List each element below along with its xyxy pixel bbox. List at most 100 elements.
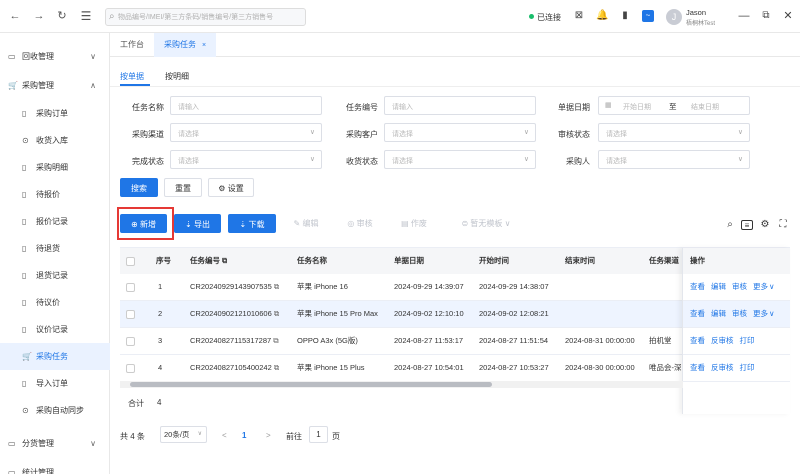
page-size-select[interactable]: 20条/页 ∨ bbox=[160, 426, 207, 443]
cell-doc-date: 2024-08-27 11:53:17 bbox=[394, 328, 463, 354]
review-status-select[interactable]: 请选择 ∨ bbox=[598, 123, 750, 142]
header-task-no[interactable]: 任务编号 ⧉ bbox=[190, 248, 227, 274]
user-name[interactable]: Jason bbox=[686, 8, 706, 17]
back-arrow-icon[interactable]: ← bbox=[8, 9, 22, 23]
sidebar-item-purchase-detail[interactable]: ▯ 采购明细 bbox=[0, 154, 110, 181]
settings-button[interactable]: ⚙ 设置 bbox=[208, 178, 254, 197]
horizontal-scrollbar[interactable] bbox=[120, 381, 683, 388]
reset-button[interactable]: 重置 bbox=[164, 178, 202, 197]
bell-icon[interactable]: 🔔 bbox=[596, 10, 608, 22]
tab-purchase-task[interactable]: 采购任务 × bbox=[154, 33, 217, 57]
sidebar-item-label: 采购订单 bbox=[36, 109, 68, 118]
row-checkbox[interactable] bbox=[126, 337, 135, 346]
sidebar-item-label: 退货记录 bbox=[36, 271, 68, 280]
column-filter-icon[interactable]: ≡ bbox=[741, 220, 753, 230]
sidebar-item-pending-bargain[interactable]: ▯ 待议价 bbox=[0, 289, 110, 316]
next-page-button[interactable]: > bbox=[266, 431, 271, 440]
header-task-no-label: 任务编号 bbox=[190, 256, 220, 265]
sidebar-item-receive-stock[interactable]: ⊙ 收货入库 bbox=[0, 127, 110, 154]
cell-start-time: 2024-09-02 12:08:21 bbox=[479, 301, 549, 327]
tablet-icon[interactable]: ▮ bbox=[619, 10, 631, 22]
avatar[interactable]: J bbox=[666, 9, 682, 25]
export-label: 导出 bbox=[193, 220, 210, 229]
export-button[interactable]: ⇣ 导出 bbox=[174, 214, 221, 233]
sidebar-item-allocation-mgmt[interactable]: ▭ 分货管理 ∨ bbox=[0, 430, 110, 457]
subtab-by-order[interactable]: 按单据 bbox=[120, 71, 144, 82]
cell-channel bbox=[649, 274, 682, 300]
subtab-by-detail[interactable]: 按明细 bbox=[165, 71, 189, 82]
sidebar-item-import-order[interactable]: ▯ 导入订单 bbox=[0, 370, 110, 397]
sidebar-item-purchase-order[interactable]: ▯ 采购订单 bbox=[0, 100, 110, 127]
purchase-order-icon: ▯ bbox=[22, 109, 27, 118]
edit-button[interactable]: ✎ 编辑 bbox=[284, 214, 328, 233]
minimize-icon[interactable]: — bbox=[738, 10, 750, 22]
receive-status-select[interactable]: 请选择 ∨ bbox=[384, 150, 536, 169]
customer-select[interactable]: 请选择 ∨ bbox=[384, 123, 536, 142]
global-search-input[interactable] bbox=[118, 11, 304, 24]
cell-text: 2024-09-29 14:39:07 bbox=[394, 282, 464, 291]
placeholder: 请选择 bbox=[178, 158, 199, 165]
copy-icon[interactable]: ⧉ bbox=[272, 282, 279, 291]
sidebar-item-quote-records[interactable]: ▯ 报价记录 bbox=[0, 208, 110, 235]
sidebar-item-purchase-auto-sync[interactable]: ⊙ 采购自动同步 bbox=[0, 397, 110, 424]
sidebar-item-return-records[interactable]: ▯ 退货记录 bbox=[0, 262, 110, 289]
row-checkbox[interactable] bbox=[126, 283, 135, 292]
cell-task-no: CR20240929143907535 ⧉ bbox=[190, 274, 279, 300]
cell-text: 2024-08-27 10:53:27 bbox=[479, 363, 549, 372]
forward-arrow-icon[interactable]: → bbox=[32, 9, 46, 23]
range-separator: 至 bbox=[669, 102, 677, 111]
buyer-select[interactable]: 请选择 ∨ bbox=[598, 150, 750, 169]
void-button[interactable]: ▤ 作废 bbox=[392, 214, 436, 233]
task-name-input[interactable]: 请输入 bbox=[170, 96, 322, 115]
fullscreen-icon[interactable]: ⛶ bbox=[777, 219, 789, 231]
scan-icon[interactable]: ⊠ bbox=[573, 10, 585, 22]
complete-status-select[interactable]: 请选择 ∨ bbox=[170, 150, 322, 169]
close-tab-icon[interactable]: × bbox=[202, 42, 206, 49]
menu-icon[interactable]: ☰ bbox=[79, 9, 93, 23]
sidebar-item-pending-return[interactable]: ▯ 待退货 bbox=[0, 235, 110, 262]
sidebar-item-pending-quote[interactable]: ▯ 待报价 bbox=[0, 181, 110, 208]
row-checkbox[interactable] bbox=[126, 310, 135, 319]
close-icon[interactable]: ✕ bbox=[782, 10, 794, 22]
sidebar-item-label: 议价记录 bbox=[36, 325, 68, 334]
cell-doc-date: 2024-09-02 12:10:10 bbox=[394, 301, 464, 327]
download-button[interactable]: ⇣ 下载 bbox=[228, 214, 276, 233]
goto-page-input[interactable]: 1 bbox=[309, 426, 328, 443]
copy-icon[interactable]: ⧉ bbox=[272, 363, 279, 372]
page-number-current[interactable]: 1 bbox=[242, 431, 246, 440]
sidebar-item-bargain-records[interactable]: ▯ 议价记录 bbox=[0, 316, 110, 343]
search-button[interactable]: 搜索 bbox=[120, 178, 158, 197]
print-template-button[interactable]: ⊜ 暂无模板 ∨ bbox=[446, 214, 526, 233]
task-no-input[interactable]: 请输入 bbox=[384, 96, 536, 115]
select-all-checkbox[interactable] bbox=[126, 257, 135, 266]
copy-icon[interactable]: ⧉ bbox=[271, 336, 278, 345]
sidebar-item-recycle-mgmt[interactable]: ▭ 回收管理 ∨ bbox=[0, 43, 110, 70]
global-search[interactable]: ⌕ bbox=[105, 8, 306, 26]
header-channel: 任务渠道 bbox=[649, 256, 679, 265]
sidebar-item-purchase-mgmt[interactable]: 🛒 采购管理 ∧ bbox=[0, 72, 110, 99]
row-checkbox[interactable] bbox=[126, 364, 135, 373]
copy-icon[interactable]: ⧉ bbox=[272, 309, 279, 318]
refresh-icon[interactable]: ↻ bbox=[55, 9, 69, 23]
doc-date-range[interactable]: ▦ 开始日期 至 结束日期 bbox=[598, 96, 750, 115]
channel-select[interactable]: 请选择 ∨ bbox=[170, 123, 322, 142]
maximize-icon[interactable]: ⧉ bbox=[760, 10, 772, 22]
prev-page-button[interactable]: < bbox=[222, 431, 227, 440]
cell-text: CR20240827115317287 bbox=[190, 336, 272, 345]
cell-seq: 2 bbox=[158, 301, 162, 327]
sidebar-item-stats-mgmt[interactable]: ▭ 统计管理 bbox=[0, 459, 110, 474]
review-button[interactable]: ◎ 审核 bbox=[338, 214, 382, 233]
cell-channel: 唯品会-深 bbox=[649, 355, 682, 381]
gear-icon[interactable]: ⚙ bbox=[759, 219, 771, 231]
search-icon[interactable]: ⌕ bbox=[724, 219, 736, 231]
label-customer: 采购客户 bbox=[346, 130, 378, 139]
review-label: 审核 bbox=[356, 219, 373, 228]
sidebar-item-label: 采购任务 bbox=[36, 352, 68, 361]
tab-workbench[interactable]: 工作台 bbox=[110, 33, 154, 57]
scrollbar-thumb[interactable] bbox=[130, 382, 492, 387]
label-review-status: 审核状态 bbox=[558, 130, 590, 139]
cell-text: OPPO A3x (5G版) bbox=[297, 336, 358, 345]
app-switch-icon[interactable]: ~ bbox=[642, 10, 654, 22]
placeholder: 请选择 bbox=[606, 158, 627, 165]
sidebar-item-purchase-task[interactable]: 🛒 采购任务 bbox=[0, 343, 110, 370]
